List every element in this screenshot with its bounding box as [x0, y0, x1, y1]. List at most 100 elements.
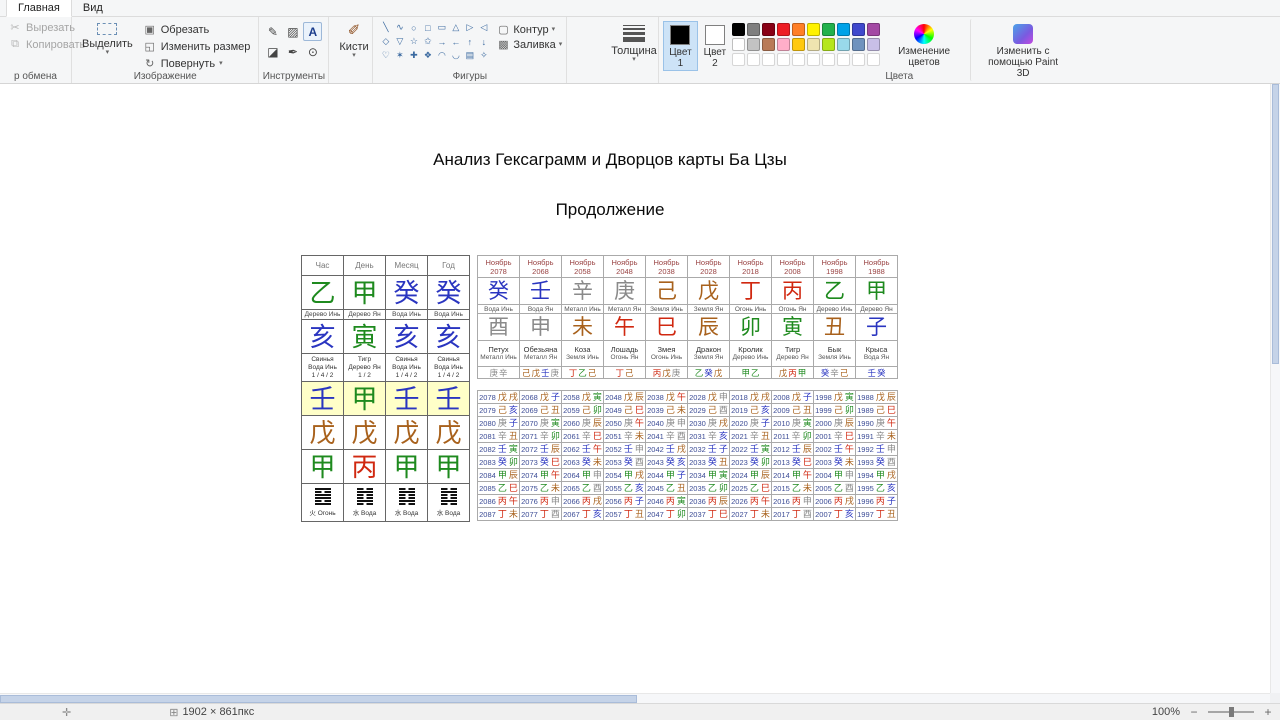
palette-swatch[interactable]	[807, 38, 821, 51]
crop-button[interactable]: ▣ Обрезать	[139, 21, 255, 38]
shape-icon[interactable]: ↑	[463, 35, 476, 48]
year-cell: 2022 壬寅	[730, 443, 772, 456]
select-button[interactable]: Выделить ▾	[76, 19, 139, 58]
size-button[interactable]: Толщина ▾	[605, 19, 663, 65]
hexagram-icon	[440, 488, 457, 505]
branch-info-line: Дерево Ян	[348, 363, 381, 371]
palette-swatch-empty[interactable]	[792, 53, 806, 66]
shape-icon[interactable]: ∿	[393, 21, 406, 34]
palette-swatch-empty[interactable]	[822, 53, 836, 66]
shape-icon[interactable]: ✩	[421, 35, 434, 48]
resize-button[interactable]: ◱ Изменить размер	[139, 38, 255, 55]
palette-swatch-empty[interactable]	[747, 53, 761, 66]
shape-icon[interactable]: ◠	[435, 49, 448, 62]
shape-icon[interactable]: ◁	[477, 21, 490, 34]
color1-button[interactable]: Цвет 1	[663, 21, 698, 71]
tab-home[interactable]: Главная	[6, 0, 72, 17]
paint-canvas[interactable]: Анализ Гексаграмм и Дворцов карты Ба Цзы…	[0, 84, 1270, 693]
palette-swatch[interactable]	[762, 23, 776, 36]
zoom-slider[interactable]	[1208, 707, 1254, 717]
edit-colors-button[interactable]: Изменение цветов	[886, 19, 962, 70]
shape-icon[interactable]: ◇	[379, 35, 392, 48]
shape-icon[interactable]: ✧	[477, 49, 490, 62]
shape-icon[interactable]: →	[435, 35, 448, 48]
palette-swatch[interactable]	[747, 23, 761, 36]
outline-button[interactable]: ▢ Контур ▾	[496, 23, 562, 37]
shape-icon[interactable]: ♡	[379, 49, 392, 62]
year-ganzhi-char: 寅	[550, 417, 560, 428]
zoom-out-button[interactable]: −	[1188, 705, 1200, 719]
palette-swatch[interactable]	[777, 38, 791, 51]
palette-swatch[interactable]	[867, 38, 881, 51]
palette-swatch-empty[interactable]	[762, 53, 776, 66]
palette-swatch[interactable]	[792, 38, 806, 51]
palette-swatch-empty[interactable]	[732, 53, 746, 66]
palette-swatch[interactable]	[762, 38, 776, 51]
year-ganzhi-char: 子	[634, 495, 644, 506]
year-ganzhi-char: 甲	[581, 469, 591, 480]
text-tool-icon[interactable]: A	[303, 22, 323, 41]
palette-swatch[interactable]	[867, 23, 881, 36]
rotate-button[interactable]: ↻ Повернуть ▾	[139, 55, 255, 72]
palette-swatch[interactable]	[852, 38, 866, 51]
year-ganzhi-char: 辛	[791, 430, 801, 441]
palette-swatch-empty[interactable]	[852, 53, 866, 66]
fill-shape-button[interactable]: ▩ Заливка ▾	[496, 38, 562, 52]
shape-icon[interactable]: ❖	[421, 49, 434, 62]
luck-header: Ноябрь 2038	[646, 256, 688, 278]
palette-swatch[interactable]	[822, 23, 836, 36]
tab-view[interactable]: Вид	[72, 0, 114, 16]
palette-swatch[interactable]	[822, 38, 836, 51]
year-ganzhi-char: 乙	[749, 482, 759, 493]
horizontal-scrollbar[interactable]	[0, 693, 1270, 703]
palette-swatch[interactable]	[852, 23, 866, 36]
palette-swatch[interactable]	[777, 23, 791, 36]
palette-swatch[interactable]	[792, 23, 806, 36]
hidden-stem-char: 戊	[428, 416, 470, 450]
palette-swatch[interactable]	[837, 38, 851, 51]
eraser-tool-icon[interactable]: ◪	[263, 42, 282, 61]
shape-icon[interactable]: ▭	[435, 21, 448, 34]
hidden-stem-char: 甲	[302, 450, 344, 484]
zoom-in-button[interactable]: +	[1262, 705, 1274, 719]
horizontal-scrollbar-thumb[interactable]	[0, 695, 637, 703]
palette-swatch[interactable]	[732, 23, 746, 36]
palette-swatch-empty[interactable]	[867, 53, 881, 66]
shape-icon[interactable]: ○	[407, 21, 420, 34]
year-cell: 2007 丁亥	[814, 508, 856, 521]
palette-swatch[interactable]	[747, 38, 761, 51]
palette-swatch-empty[interactable]	[837, 53, 851, 66]
shape-icon[interactable]: ▽	[393, 35, 406, 48]
shape-icon[interactable]: ▤	[463, 49, 476, 62]
shape-icon[interactable]: ↓	[477, 35, 490, 48]
palette-swatch-empty[interactable]	[777, 53, 791, 66]
hidden-stem-char: 丙	[344, 450, 386, 484]
year-ganzhi-char: 酉	[592, 482, 602, 493]
shape-icon[interactable]: ◡	[449, 49, 462, 62]
brushes-button[interactable]: ✐ Кисти ▾	[333, 19, 374, 61]
palette-swatch-empty[interactable]	[807, 53, 821, 66]
shape-icon[interactable]: ✶	[393, 49, 406, 62]
palette-swatch[interactable]	[837, 23, 851, 36]
shape-icon[interactable]: ☆	[407, 35, 420, 48]
vertical-scrollbar[interactable]	[1270, 84, 1280, 693]
paint3d-button[interactable]: Изменить с помощью Paint 3D	[970, 19, 1071, 81]
shape-icon[interactable]: ▷	[463, 21, 476, 34]
magnifier-tool-icon[interactable]: ⊙	[303, 42, 322, 61]
vertical-scrollbar-thumb[interactable]	[1272, 84, 1279, 365]
year-cell: 2008 戊子	[772, 391, 814, 404]
shape-icon[interactable]: ✚	[407, 49, 420, 62]
palette-swatch[interactable]	[807, 23, 821, 36]
shape-icon[interactable]: □	[421, 21, 434, 34]
year-number: 2022	[731, 444, 748, 454]
palette-swatch[interactable]	[732, 38, 746, 51]
shape-icon[interactable]: ←	[449, 35, 462, 48]
pencil-tool-icon[interactable]: ✎	[263, 22, 282, 41]
zoom-slider-thumb[interactable]	[1229, 707, 1234, 717]
color2-button[interactable]: Цвет 2	[698, 21, 732, 71]
fill-tool-icon[interactable]: ▨	[283, 22, 302, 41]
eyedropper-tool-icon[interactable]: ✒	[283, 42, 302, 61]
year-ganzhi-char: 未	[760, 508, 770, 519]
shape-icon[interactable]: ╲	[379, 21, 392, 34]
shape-icon[interactable]: △	[449, 21, 462, 34]
